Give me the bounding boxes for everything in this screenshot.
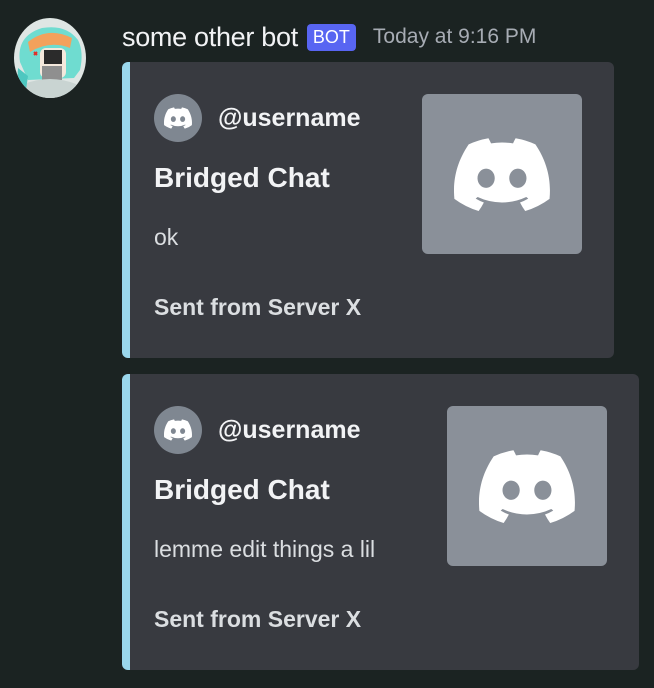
bot-avatar[interactable]: [14, 18, 86, 98]
discord-logo-icon: [479, 449, 575, 523]
embed-title: Bridged Chat: [154, 474, 330, 505]
discord-logo-icon: [454, 137, 550, 211]
embed-description: ok: [154, 224, 179, 250]
avatar-image: [14, 18, 86, 98]
embed-thumbnail[interactable]: [422, 94, 582, 254]
embed-author: @username: [154, 406, 361, 454]
embed-thumbnail[interactable]: [447, 406, 607, 566]
bot-tag-badge: BOT: [306, 23, 356, 51]
bridged-chat-embed-2: @username Bridged Chat lemme edit things…: [122, 374, 639, 670]
bot-username[interactable]: some other bot: [122, 22, 298, 53]
embed-footer: Sent from Server X: [154, 606, 362, 632]
embed-author: @username: [154, 94, 361, 142]
embed-author-name[interactable]: @username: [218, 416, 361, 445]
embed-description: lemme edit things a lil: [154, 536, 376, 562]
message-header: some other bot BOT Today at 9:16 PM: [122, 20, 536, 54]
message-timestamp[interactable]: Today at 9:16 PM: [373, 25, 536, 49]
discord-logo-icon: [154, 94, 202, 142]
bridged-chat-embed-1: @username Bridged Chat ok Sent from Serv…: [122, 62, 614, 358]
discord-logo-icon: [154, 406, 202, 454]
embed-footer: Sent from Server X: [154, 294, 362, 320]
embed-author-name[interactable]: @username: [218, 104, 361, 133]
embed-title: Bridged Chat: [154, 162, 330, 193]
